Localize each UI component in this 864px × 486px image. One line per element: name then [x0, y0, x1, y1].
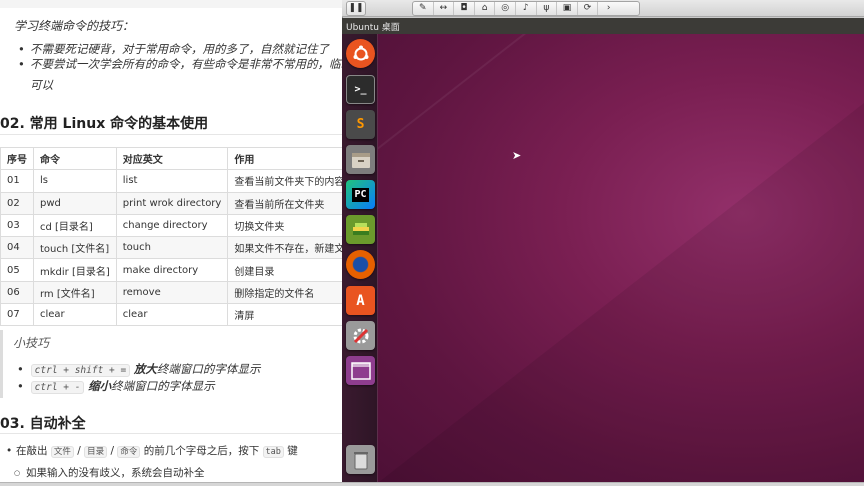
- file-manager-icon[interactable]: [346, 145, 375, 174]
- tip-continuation: 可以: [30, 78, 53, 92]
- divider: [0, 433, 342, 434]
- tip-item: 不要尝试一次学会所有的命令，有些命令是非常不常用的，临时: [18, 57, 342, 72]
- browser-url-bar[interactable]: [0, 0, 342, 8]
- table-row: 01 ls list 查看当前文件夹下的内容: [0, 169, 342, 193]
- table-row: 06 rm [文件名] remove 删除指定的文件名: [0, 280, 342, 305]
- section-title-autocomplete: 03. 自动补全: [0, 416, 86, 432]
- cell: 查看当前文件夹下的内容: [227, 169, 342, 193]
- cell: 03: [0, 213, 34, 238]
- disk-icon[interactable]: ◘: [454, 2, 475, 15]
- cell: rm [文件名]: [33, 280, 117, 305]
- divider: [0, 134, 342, 135]
- shortcut-bold: 缩小: [88, 379, 112, 393]
- shortcut-zoom-out: • ctrl + - 缩小终端窗口的字体显示: [17, 379, 215, 394]
- vm-toolbar: ❚❚ ✎ ↔ ◘ ⌂ ◎ ♪ ψ ▣ ⟳ ›: [342, 0, 864, 17]
- code-command: 命令: [117, 446, 141, 458]
- cell: 04: [0, 236, 34, 260]
- trash-icon[interactable]: [346, 445, 375, 474]
- ubuntu-window-title: Ubuntu 桌面: [346, 23, 400, 33]
- shortcut-zoom-in: • ctrl + shift + = 放大终端窗口的字体显示: [17, 362, 261, 377]
- pause-group: ❚❚: [346, 1, 366, 16]
- cell: 删除指定的文件名: [227, 280, 342, 305]
- ubuntu-dash-icon[interactable]: [346, 39, 375, 68]
- usb-disk-icon[interactable]: ⌂: [475, 2, 496, 15]
- ubuntu-top-panel: Ubuntu 桌面: [342, 18, 864, 34]
- col-header-index: 序号: [0, 146, 34, 171]
- cell: clear: [115, 303, 229, 327]
- cell: clear: [33, 303, 117, 327]
- code-file: 文件: [50, 446, 74, 458]
- table-row: 05 mkdir [目录名] make directory 创建目录: [0, 258, 342, 282]
- usb-icon[interactable]: ψ: [537, 2, 558, 15]
- cell: ls: [33, 169, 117, 193]
- cell: print wrok directory: [115, 191, 229, 215]
- col-header-command: 命令: [33, 146, 117, 171]
- terminal-icon[interactable]: >_: [346, 75, 375, 104]
- cd-icon[interactable]: ◎: [495, 2, 516, 15]
- table-row: 04 touch [文件名] touch 如果文件不存在，新建文件: [0, 236, 342, 260]
- table-row: 02 pwd print wrok directory 查看当前所在文件夹: [0, 191, 342, 215]
- cell: list: [115, 169, 229, 193]
- host-taskbar: [0, 482, 864, 486]
- cell: 06: [0, 280, 34, 305]
- shortcut-desc: 终端窗口的字体显示: [156, 362, 261, 376]
- shortcut-desc: 终端窗口的字体显示: [111, 379, 215, 393]
- code-tab: tab: [262, 446, 284, 458]
- shortcut-bold: 放大: [133, 362, 157, 376]
- books-icon[interactable]: [346, 215, 375, 244]
- save-icon[interactable]: ▣: [557, 2, 578, 15]
- kbd-ctrl-shift-equal: ctrl + shift + =: [30, 364, 131, 377]
- table-row: 03 cd [目录名] change directory 切换文件夹: [0, 213, 342, 238]
- table-row: 07 clear clear 清屏: [0, 303, 342, 327]
- ubuntu-launcher: >_ S PC A: [342, 34, 378, 482]
- cell: 创建目录: [227, 258, 342, 282]
- section-title-commands: 02. 常用 Linux 命令的基本使用: [0, 116, 209, 132]
- autocomplete-sub: ○ 如果输入的没有歧义，系统会自动补全: [14, 467, 205, 479]
- pause-icon[interactable]: ❚❚: [347, 2, 365, 15]
- cell: 02: [0, 191, 34, 215]
- col-header-english: 对应英文: [115, 146, 229, 171]
- chevron-right-icon[interactable]: ›: [598, 2, 619, 15]
- cell: 05: [0, 258, 34, 282]
- cell: touch [文件名]: [33, 236, 117, 260]
- cell: 切换文件夹: [227, 213, 342, 238]
- cell: pwd: [33, 191, 117, 215]
- mouse-cursor-icon: ➤: [512, 149, 522, 162]
- wrench-icon[interactable]: ✎: [413, 2, 434, 15]
- cell: change directory: [115, 213, 229, 238]
- code-directory: 目录: [84, 446, 108, 458]
- settings-icon[interactable]: [346, 321, 375, 350]
- small-tips-title: 小技巧: [13, 336, 50, 350]
- cell: touch: [115, 236, 229, 260]
- cell: remove: [115, 280, 229, 305]
- ubuntu-desktop[interactable]: [378, 34, 864, 482]
- tips-title: 学习终端命令的技巧：: [14, 19, 135, 33]
- workspace-icon[interactable]: [346, 356, 375, 385]
- tips-list: 不需要死记硬背，对于常用命令，用的多了，自然就记住了 不要尝试一次学会所有的命令…: [18, 42, 342, 72]
- autocomplete-desc: • 在敲出 文件 / 目录 / 命令 的前几个字母之后，按下 tab 键: [6, 445, 298, 458]
- cell: 01: [0, 169, 34, 193]
- refresh-icon[interactable]: ⟳: [578, 2, 599, 15]
- cell: cd [目录名]: [33, 213, 117, 238]
- cell: 查看当前所在文件夹: [227, 191, 342, 215]
- col-header-purpose: 作用: [227, 146, 342, 171]
- document-pane: 学习终端命令的技巧： 不需要死记硬背，对于常用命令，用的多了，自然就记住了 不要…: [0, 0, 342, 486]
- speaker-icon[interactable]: ♪: [516, 2, 537, 15]
- device-group: ✎ ↔ ◘ ⌂ ◎ ♪ ψ ▣ ⟳ ›: [412, 1, 640, 16]
- pycharm-icon[interactable]: PC: [346, 180, 375, 209]
- firefox-icon[interactable]: [346, 250, 375, 279]
- cell: 07: [0, 303, 34, 327]
- kbd-ctrl-minus: ctrl + -: [30, 381, 85, 394]
- cell: 如果文件不存在，新建文件: [227, 236, 342, 260]
- commands-table: 序号 命令 对应英文 作用 01 ls list 查看当前文件夹下的内容 02 …: [0, 146, 342, 327]
- cell: make directory: [115, 258, 229, 282]
- arrows-icon[interactable]: ↔: [434, 2, 455, 15]
- table-header-row: 序号 命令 对应英文 作用: [0, 146, 342, 171]
- cell: 清屏: [227, 303, 342, 327]
- sublime-text-icon[interactable]: S: [346, 110, 375, 139]
- software-center-icon[interactable]: A: [346, 286, 375, 315]
- cell: mkdir [目录名]: [33, 258, 117, 282]
- tip-item: 不需要死记硬背，对于常用命令，用的多了，自然就记住了: [18, 42, 342, 57]
